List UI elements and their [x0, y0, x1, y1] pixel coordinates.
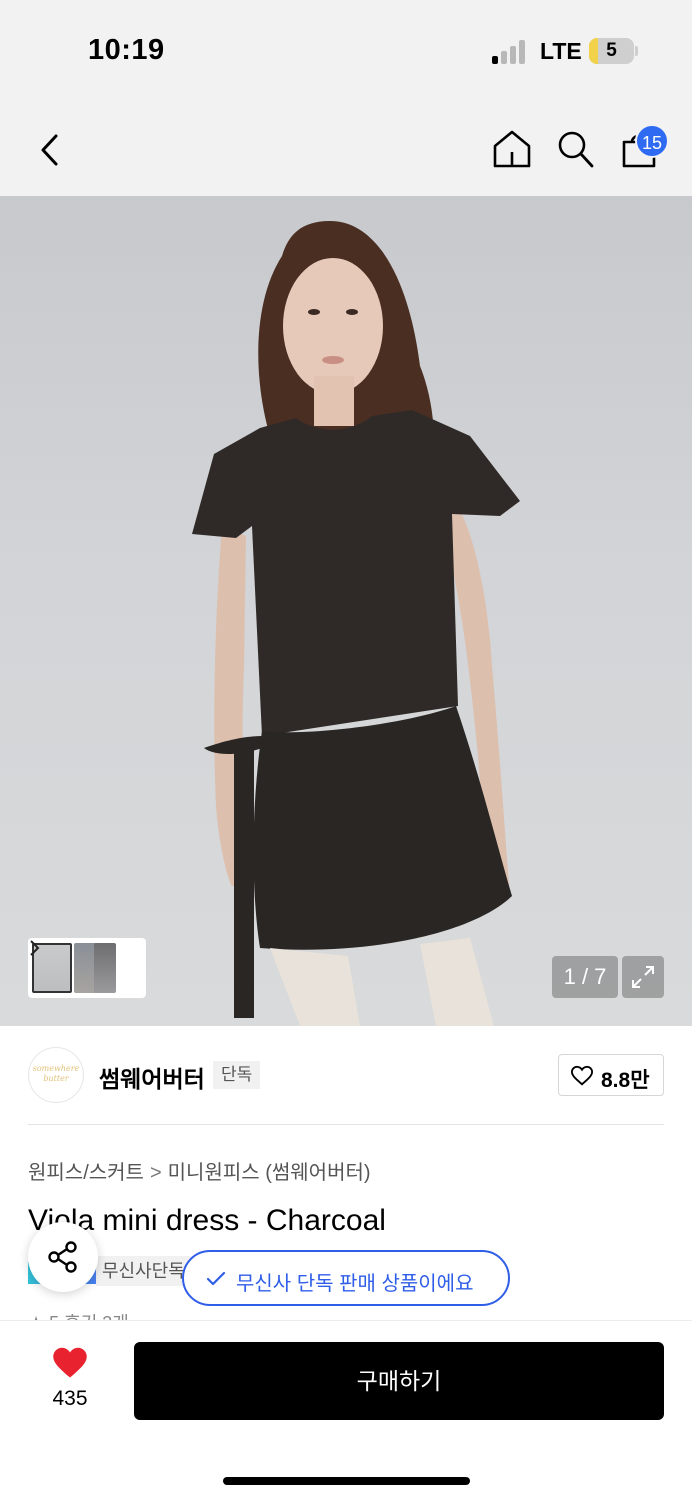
- chevron-right-icon[interactable]: [28, 938, 40, 958]
- check-icon: [206, 1271, 226, 1286]
- status-time: 10:19: [88, 34, 165, 66]
- cart-count-badge: 15: [635, 124, 669, 158]
- heart-icon[interactable]: [52, 1347, 88, 1379]
- breadcrumb-level1[interactable]: 원피스/스커트: [28, 1162, 144, 1184]
- breadcrumb-separator: >: [149, 1162, 162, 1184]
- signal-icon: [492, 40, 528, 64]
- top-nav: 15: [0, 100, 692, 196]
- home-icon[interactable]: [491, 128, 533, 170]
- product-photo: [192, 221, 520, 1026]
- bottom-action-bar: 435 구매하기: [0, 1320, 692, 1500]
- like-count: 435: [52, 1387, 88, 1410]
- thumbnail-3[interactable]: [94, 943, 116, 993]
- brand-logo-text: somewhere butter: [32, 1064, 80, 1083]
- status-bar: 10:19 LTE 5: [0, 0, 692, 100]
- network-label: LTE: [540, 38, 582, 64]
- brand-like-count: 8.8만: [601, 1069, 650, 1092]
- image-pager: 1 / 7: [552, 956, 618, 998]
- thumbnail-strip[interactable]: [28, 938, 146, 998]
- exclusive-tag: 단독: [213, 1061, 261, 1089]
- brand-like-button[interactable]: 8.8만: [558, 1054, 664, 1096]
- battery-tip: [635, 46, 638, 56]
- back-icon[interactable]: [34, 130, 64, 170]
- brand-name[interactable]: 썸웨어버터: [99, 1060, 205, 1094]
- buy-button[interactable]: 구매하기: [134, 1342, 664, 1420]
- share-icon: [48, 1241, 77, 1273]
- brand-logo[interactable]: somewhere butter: [28, 1047, 84, 1103]
- battery-icon: 5: [589, 38, 634, 64]
- breadcrumb-level2[interactable]: 미니원피스 (썸웨어버터): [168, 1162, 371, 1184]
- search-icon[interactable]: [555, 128, 595, 170]
- exclusive-badge: 무신사단독: [96, 1256, 191, 1286]
- exclusive-toast: 무신사 단독 판매 상품이에요: [182, 1250, 510, 1306]
- product-image[interactable]: 1 / 7: [0, 196, 692, 1026]
- home-indicator: [223, 1477, 470, 1485]
- expand-button[interactable]: [622, 956, 664, 998]
- divider: [28, 1124, 664, 1125]
- share-button[interactable]: [28, 1222, 98, 1292]
- toast-text: 무신사 단독 판매 상품이에요: [236, 1273, 474, 1295]
- expand-icon: [632, 966, 654, 988]
- battery-level: 5: [606, 40, 617, 61]
- heart-outline-icon: [571, 1065, 593, 1086]
- breadcrumb: 원피스/스커트 > 미니원피스 (썸웨어버터): [28, 1156, 371, 1185]
